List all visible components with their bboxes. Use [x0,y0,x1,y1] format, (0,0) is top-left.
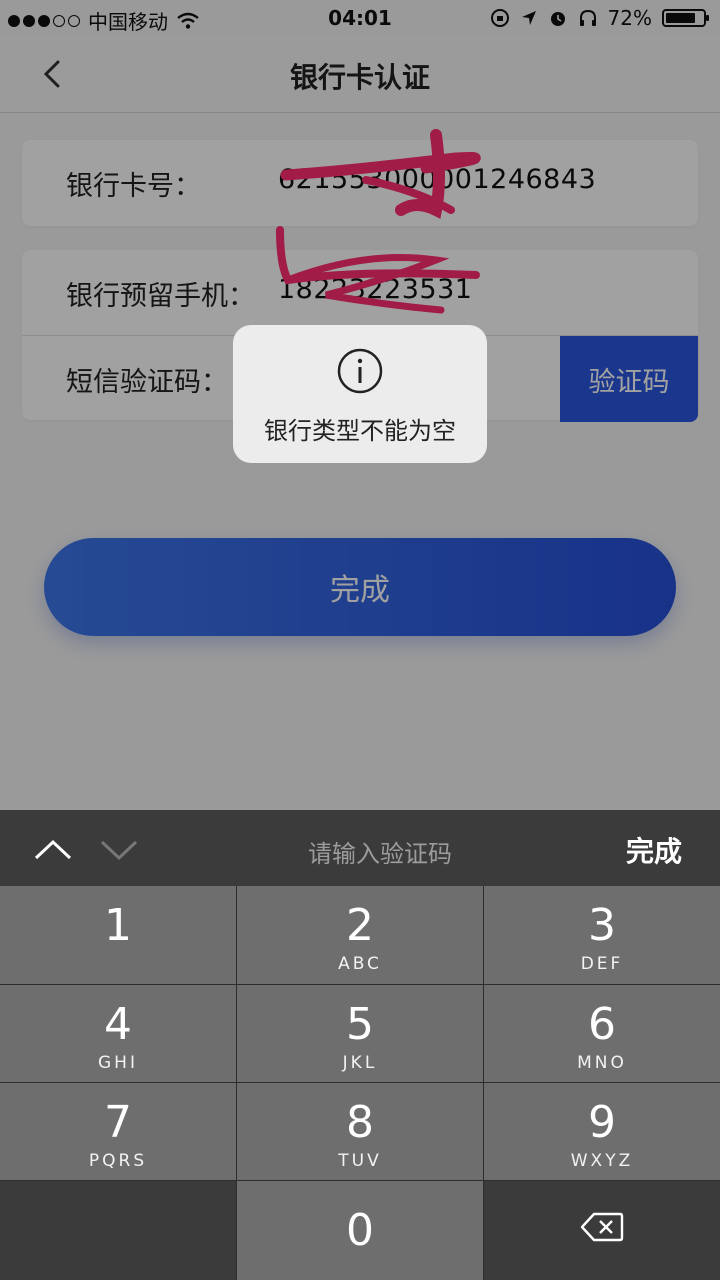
key-3-number: 3 [588,900,616,951]
key-7-number: 7 [104,1097,132,1148]
key-blank [0,1181,236,1280]
key-8[interactable]: 8 TUV [237,1083,483,1180]
key-5-letters: JKL [342,1053,378,1073]
key-0[interactable]: 0 [237,1181,483,1280]
key-5-number: 5 [346,999,374,1050]
key-6-letters: MNO [577,1053,627,1073]
key-8-letters: TUV [338,1151,382,1171]
key-9-number: 9 [588,1097,616,1148]
key-3[interactable]: 3 DEF [484,886,720,984]
keyboard-placeholder: 请输入验证码 [308,840,452,868]
key-7-letters: PQRS [88,1151,148,1171]
key-6-number: 6 [588,999,616,1050]
key-6[interactable]: 6 MNO [484,985,720,1082]
key-1[interactable]: 1 [0,886,236,984]
key-1-number: 1 [104,900,132,951]
key-0-number: 0 [346,1205,374,1256]
key-3-letters: DEF [580,954,624,974]
key-9-letters: WXYZ [570,1151,634,1171]
key-7[interactable]: 7 PQRS [0,1083,236,1180]
keyboard-toolbar: 请输入验证码 完成 [0,810,720,886]
key-4-number: 4 [104,999,132,1050]
key-4[interactable]: 4 GHI [0,985,236,1082]
key-delete[interactable] [484,1181,720,1280]
key-2[interactable]: 2 ABC [237,886,483,984]
numeric-keypad: 1 2 ABC 3 DEF 4 GHI 5 JKL 6 MNO 7 PQRS 8… [0,886,720,1280]
key-5[interactable]: 5 JKL [237,985,483,1082]
toast-dialog: 银行类型不能为空 [233,325,487,463]
key-2-letters: ABC [338,954,382,974]
backspace-icon [580,1212,624,1242]
key-2-number: 2 [346,900,374,951]
key-9[interactable]: 9 WXYZ [484,1083,720,1180]
key-8-number: 8 [346,1097,374,1148]
toast-message: 银行类型不能为空 [264,417,456,445]
keyboard-done-button[interactable]: 完成 [626,830,682,870]
key-4-letters: GHI [98,1053,138,1073]
info-icon [337,348,383,394]
